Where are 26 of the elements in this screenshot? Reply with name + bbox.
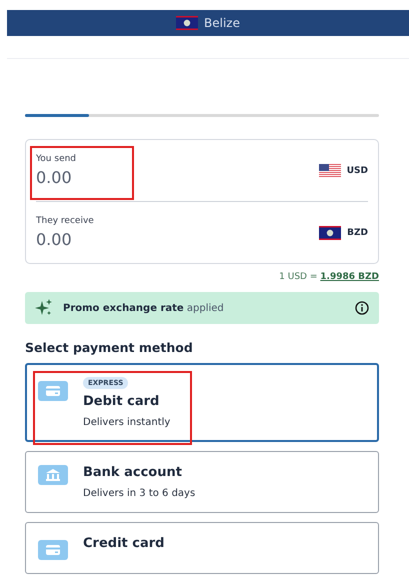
- amount-input[interactable]: 0.00: [36, 168, 156, 187]
- country-name: Belize: [204, 16, 240, 30]
- payment-option[interactable]: Bank account Delivers in 3 to 6 days: [25, 451, 379, 513]
- option-subtitle: Delivers instantly: [83, 417, 170, 428]
- option-subtitle: Delivers in 3 to 6 days: [83, 488, 196, 499]
- bank-icon: [38, 465, 68, 485]
- amount-label: They receive: [36, 216, 95, 226]
- option-title: Credit card: [83, 536, 164, 551]
- promo-text: Promo exchange rate applied: [63, 302, 225, 314]
- sparkle-icon: [35, 299, 53, 317]
- amount-label: You send: [36, 154, 78, 164]
- currency-code[interactable]: BZD: [347, 228, 368, 238]
- rate-label: 1 USD =: [279, 272, 318, 282]
- belize-flag-icon: [176, 16, 198, 30]
- rate-link[interactable]: 1.9986 BZD: [320, 272, 379, 282]
- amount-input[interactable]: 0.00: [36, 230, 156, 249]
- credit-card-icon: [38, 381, 68, 401]
- info-icon[interactable]: [355, 301, 369, 315]
- payment-option[interactable]: Credit card: [25, 522, 379, 574]
- credit-card-icon: [38, 540, 68, 560]
- option-title: Debit card: [83, 394, 160, 409]
- option-title: Bank account: [83, 465, 182, 480]
- section-heading: Select payment method: [25, 340, 194, 355]
- currency-code[interactable]: USD: [346, 166, 368, 176]
- belize-flag-icon: [319, 226, 342, 240]
- us-flag-icon: [318, 164, 341, 178]
